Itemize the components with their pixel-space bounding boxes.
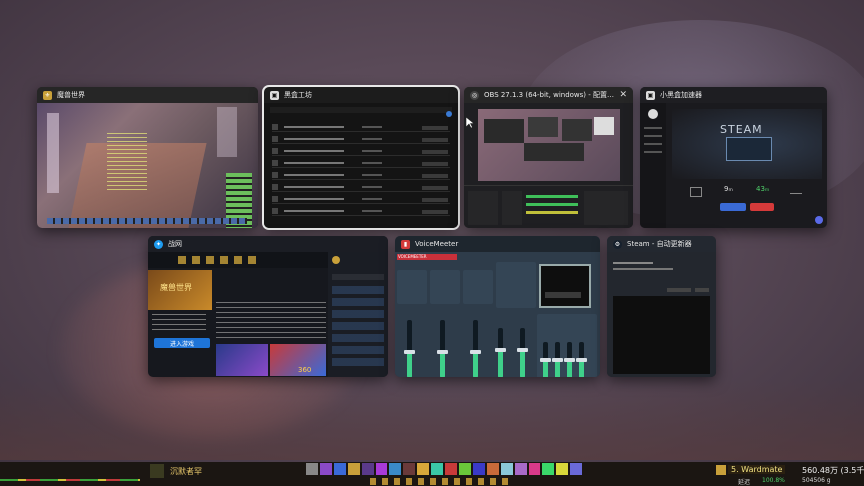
player-name: 沉默者罕 [170,467,202,476]
action-slot[interactable] [542,463,555,475]
window-wow[interactable]: ⚜ 魔兽世界 [37,87,258,228]
target-name: 5. Wardmate [728,465,786,474]
play-button[interactable]: 进入游戏 [170,339,194,348]
action-slot[interactable] [306,463,318,475]
window-thumbnail [264,103,458,228]
window-thumbnail [607,252,716,377]
action-slot[interactable] [458,463,471,475]
stat-value: 43ₘ [756,185,770,193]
gold-amount: 560.48万 (3.5千) [802,466,864,475]
action-slot[interactable] [375,463,388,475]
action-slot[interactable] [389,463,402,475]
micro-menu[interactable] [370,478,510,485]
action-slot[interactable] [472,463,485,475]
action-slot[interactable] [347,463,360,475]
window-title: 魔兽世界 [57,91,85,99]
window-thumbnail: STEAM 9ₘ 43ₘ [640,103,827,228]
stat-value: 9ₘ [724,185,733,193]
window-voicemeeter[interactable]: ▮ VoiceMeeter VOICEMEETER [395,236,600,377]
action-slot[interactable] [500,463,513,475]
action-slot[interactable] [445,463,457,475]
window-title: 小黑盒加速器 [660,91,702,99]
action-slot[interactable] [570,463,583,475]
battlenet-icon: ✦ [154,239,163,249]
window-title: 黑盒工坊 [284,91,312,99]
window-heihe[interactable]: ▣ 黑盒工坊 [262,85,460,230]
obs-icon: ◎ [470,90,479,100]
promo-text: 360 [298,366,312,374]
window-title: 战网 [168,240,182,248]
mouse-cursor-icon [466,117,474,128]
action-slot[interactable] [417,463,430,475]
window-thumbnail [37,103,258,228]
window-thumbnail: VOICEMEETER [395,252,600,377]
action-slot[interactable] [514,463,527,475]
action-slot[interactable] [431,463,444,475]
action-slot[interactable] [403,463,416,475]
heihe-icon: ▣ [270,90,279,100]
window-thumbnail [464,103,633,228]
vm-brand: VOICEMEETER [398,254,427,259]
action-slot[interactable] [333,463,346,475]
window-thumbnail: 魔兽世界 进入游戏 360 [148,252,388,377]
close-icon[interactable]: ✕ [619,90,627,100]
action-slot[interactable] [486,463,499,475]
window-xhh-accelerator[interactable]: ▣ 小黑盒加速器 STEAM 9ₘ 43ₘ [640,87,827,228]
spell-icon[interactable] [150,464,164,478]
window-steam-updater[interactable]: ⚙ Steam - 自动更新器 [607,236,716,377]
cash-value: 504506 g [802,477,831,484]
action-slot[interactable] [319,463,332,475]
action-slot[interactable] [361,463,374,475]
window-title: VoiceMeeter [415,240,459,248]
action-bar [306,463,583,476]
window-title: OBS 27.1.3 (64-bit, windows) - 配置文件: 未命名… [484,91,615,99]
game-logo: 魔兽世界 [160,283,192,292]
action-slot[interactable] [556,463,569,475]
latency-value: 100.8% [762,477,785,484]
window-title: Steam - 自动更新器 [627,240,692,248]
wow-icon: ⚜ [43,90,52,100]
voicemeeter-icon: ▮ [401,239,410,249]
bag-icon[interactable] [716,465,726,475]
status-bar [0,479,140,481]
xhh-accel-icon: ▣ [646,90,655,100]
steam-icon: ⚙ [613,239,622,249]
latency-label: 延迟 [738,479,751,486]
action-slot[interactable] [528,463,541,475]
window-obs[interactable]: ◎ OBS 27.1.3 (64-bit, windows) - 配置文件: 未… [464,87,633,228]
window-battlenet[interactable]: ✦ 战网 魔兽世界 进入游戏 360 [148,236,388,377]
background-glow [0,380,864,460]
